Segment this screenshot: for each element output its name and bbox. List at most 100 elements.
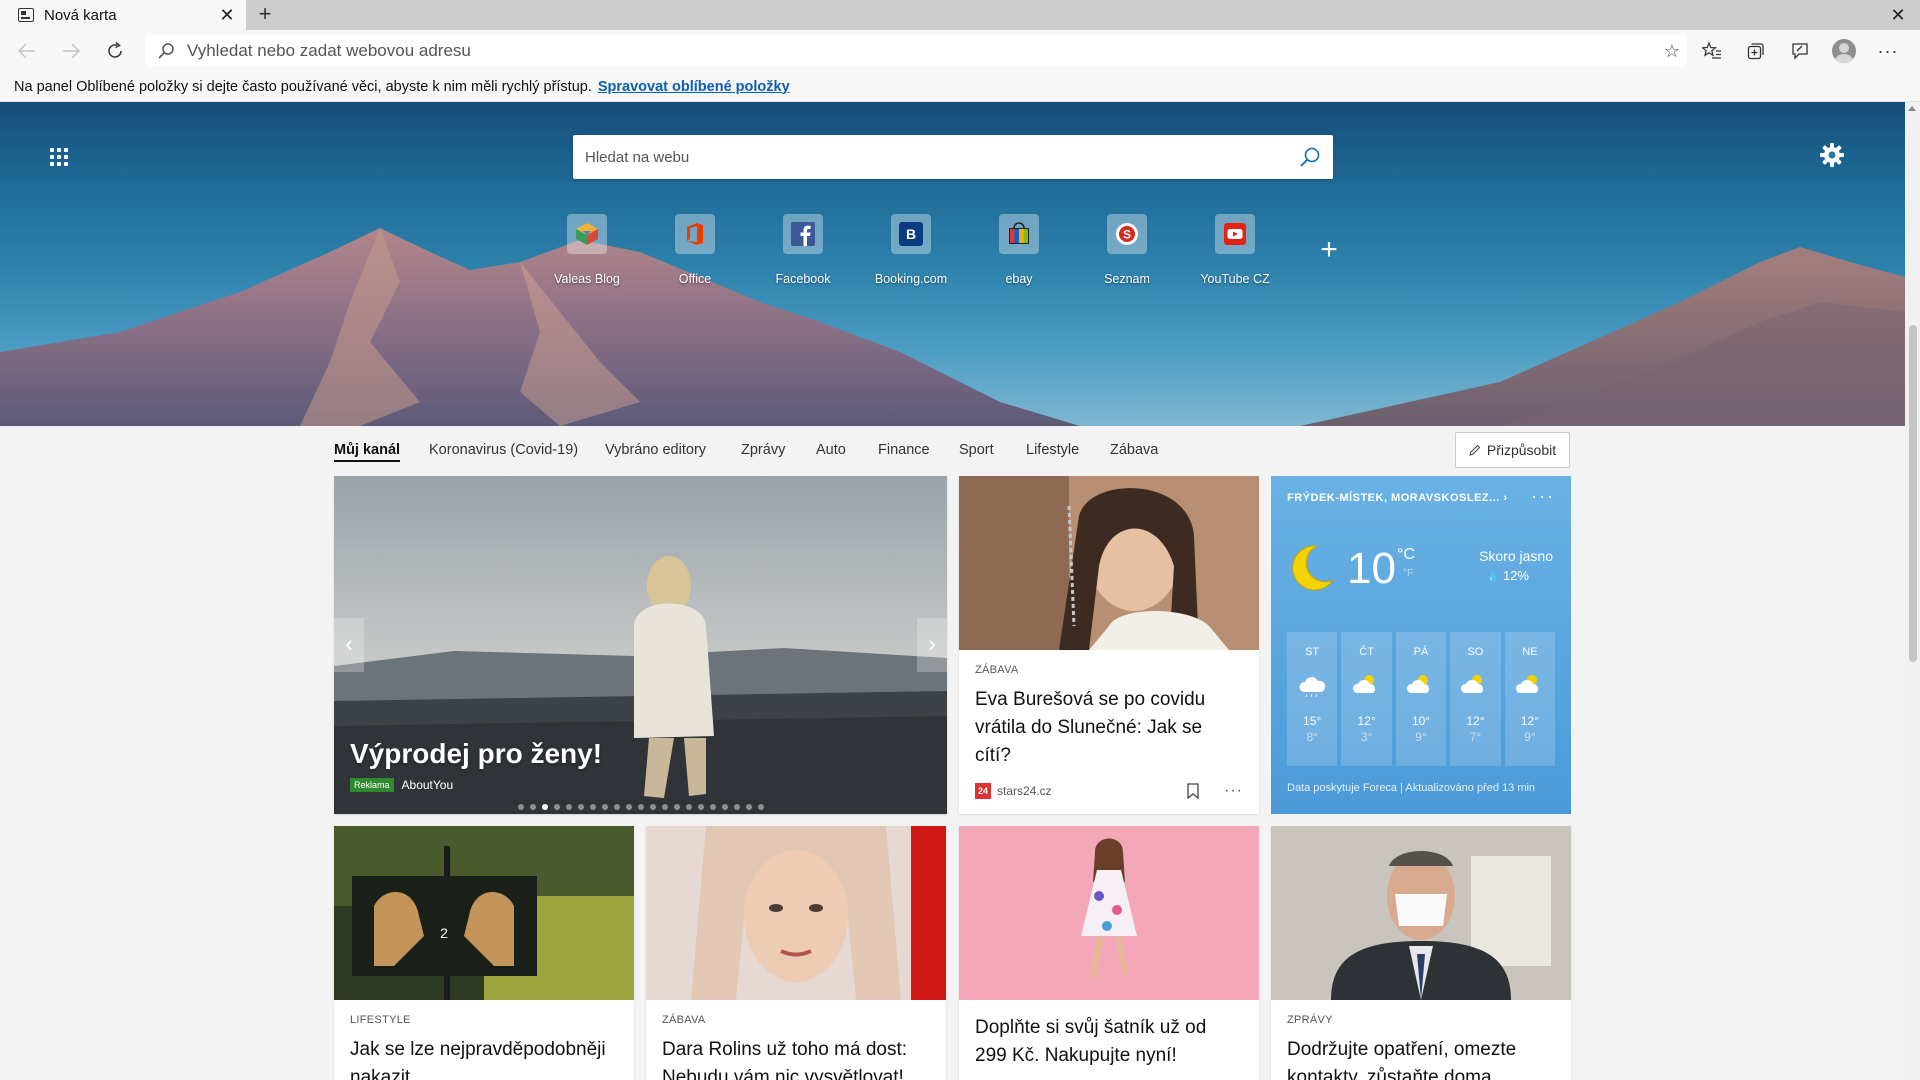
tab-title: Nová karta [44,6,117,24]
favorites-button[interactable] [1690,36,1734,66]
weather-location[interactable]: FRÝDEK-MÍSTEK, MORAVSKOSLEZ... › [1287,492,1508,504]
weather-forecast: ST 15° 8° ČT 12° 3° PÁ 10° 9° SO 12° 7° … [1287,632,1556,766]
quick-link-office[interactable]: Office [641,214,749,304]
customize-feed-button[interactable]: Přizpůsobit [1455,432,1570,468]
add-quick-link-button[interactable]: + [1315,235,1343,265]
weather-card[interactable]: FRÝDEK-MÍSTEK, MORAVSKOSLEZ... › ··· 10 … [1271,476,1571,814]
carousel-dot[interactable] [745,804,752,810]
scroll-up-arrow-icon[interactable] [1908,106,1916,111]
refresh-button[interactable] [100,36,130,66]
feedback-button[interactable] [1778,36,1822,66]
carousel-dot[interactable] [673,804,680,810]
quick-link-booking[interactable]: B Booking.com [857,214,965,304]
feed-tab-koronavirus[interactable]: Koronavirus (Covid-19) [429,442,578,458]
partly-cloudy-icon [1515,675,1538,693]
feed-tab-muj-kanal[interactable]: Můj kanál [334,442,401,462]
address-input-placeholder[interactable]: Vyhledat nebo zadat webovou adresu [187,41,1657,61]
bookmark-icon[interactable] [1186,783,1200,799]
profile-button[interactable] [1822,36,1866,66]
feed-tab-auto[interactable]: Auto [816,442,846,458]
feed-tab-vybrano-editory[interactable]: Vybráno editory [605,442,706,458]
carousel-dot[interactable] [709,804,716,810]
carousel-card[interactable]: ‹ › Výprodej pro ženy! Reklama AboutYou [334,476,947,814]
carousel-dot[interactable] [589,804,596,810]
card-meta: 24 stars24.cz ··· [975,782,1243,800]
forecast-day[interactable]: SO 12° 7° [1450,632,1501,766]
collections-button[interactable] [1734,36,1778,66]
carousel-dot[interactable] [613,804,620,810]
address-bar[interactable]: Vyhledat nebo zadat webovou adresu ☆ [145,35,1687,67]
quick-link-label: ebay [1005,272,1033,286]
feed-tab-sport[interactable]: Sport [959,442,994,458]
carousel-dot[interactable] [529,804,536,810]
news-card-lifestyle[interactable]: 2 LIFESTYLE Jak se lze nejpravděpodobněj… [334,826,634,1080]
feed-tab-zpravy[interactable]: Zprávy [741,442,785,458]
quick-link-ebay[interactable]: ebay [965,214,1073,304]
quick-link-seznam[interactable]: S Seznam [1073,214,1181,304]
unit-fahrenheit[interactable]: °F [1403,568,1413,579]
feed-tab-zabava[interactable]: Zábava [1110,442,1158,458]
page-settings-button[interactable] [1817,140,1847,170]
more-dots-icon[interactable]: ··· [1531,486,1555,507]
card-headline: Jak se lze nejpravděpodobněji nakazit [350,1039,606,1080]
news-card-dara[interactable]: ZÁBAVA Dara Rolins už toho má dost: Nebu… [646,826,946,1080]
seznam-icon: S [1107,214,1147,254]
web-search-box[interactable] [573,135,1333,179]
carousel-dot[interactable] [541,804,548,810]
carousel-dot[interactable] [601,804,608,810]
apps-launcher-icon[interactable] [50,148,68,166]
carousel-dot[interactable] [517,804,524,810]
ad-card-clothing[interactable]: Doplňte si svůj šatník už od 299 Kč. Nak… [959,826,1259,1080]
forecast-day[interactable]: ST 15° 8° [1287,632,1338,766]
feed-tab-finance[interactable]: Finance [878,442,930,458]
carousel-dot[interactable] [577,804,584,810]
carousel-dot[interactable] [553,804,560,810]
carousel-prev-button[interactable]: ‹ [334,618,364,672]
carousel-dot[interactable] [733,804,740,810]
carousel-dot[interactable] [685,804,692,810]
feedback-icon [1792,43,1808,60]
news-card-news[interactable]: ZPRÁVY Dodržujte opatření, omezte kontak… [1271,826,1571,1080]
partly-cloudy-icon [1461,675,1484,693]
forecast-day[interactable]: PÁ 10° 9° [1395,632,1447,766]
more-dots-icon[interactable]: ··· [1224,782,1243,800]
news-card-eva[interactable]: ZÁBAVA Eva Burešová se po covidu vrátila… [959,476,1259,814]
card-headline: Dodržujte opatření, omezte kontakty, zůs… [1287,1039,1517,1080]
quick-link-youtube[interactable]: YouTube CZ [1181,214,1289,304]
window-close-button[interactable]: ✕ [1886,2,1910,28]
avatar [1832,39,1856,63]
browser-toolbar: Vyhledat nebo zadat webovou adresu ☆ ··· [0,30,1920,72]
carousel-dot[interactable] [661,804,668,810]
carousel-dot[interactable] [721,804,728,810]
page-scrollbar[interactable] [1905,102,1920,1080]
quick-link-valeas-blog[interactable]: Valeas Blog [533,214,641,304]
search-submit-icon[interactable] [1299,146,1321,168]
web-search-input[interactable] [585,148,1299,166]
forecast-day[interactable]: NE 12° 9° [1504,632,1556,766]
add-favorite-star-icon[interactable]: ☆ [1657,41,1687,62]
carousel-dot[interactable] [565,804,572,810]
forward-button[interactable] [56,36,86,66]
scrollbar-thumb[interactable] [1909,325,1917,662]
carousel-dot[interactable] [625,804,632,810]
carousel-next-button[interactable]: › [917,618,947,672]
carousel-dot[interactable] [757,804,764,810]
quick-link-facebook[interactable]: Facebook [749,214,857,304]
feed-tab-lifestyle[interactable]: Lifestyle [1026,442,1079,458]
quick-link-label: Seznam [1104,272,1150,286]
new-tab-button[interactable]: + [252,2,278,28]
tab-close-icon[interactable]: ✕ [218,5,236,26]
news-card-image [646,826,946,1000]
back-button[interactable] [12,36,42,66]
quick-link-label: Valeas Blog [554,272,620,286]
unit-celsius[interactable]: °C [1397,547,1415,563]
carousel-dot[interactable] [649,804,656,810]
carousel-dot[interactable] [697,804,704,810]
manage-favorites-link[interactable]: Spravovat oblíbené položky [598,79,790,95]
card-headline: Dara Rolins už toho má dost: Nebudu vám … [662,1039,908,1080]
svg-text:B: B [906,226,916,242]
settings-menu-button[interactable]: ··· [1866,36,1910,66]
forecast-day[interactable]: ČT 12° 3° [1341,632,1392,766]
tab-new-tab[interactable]: Nová karta ✕ [0,0,246,30]
carousel-dot[interactable] [637,804,644,810]
